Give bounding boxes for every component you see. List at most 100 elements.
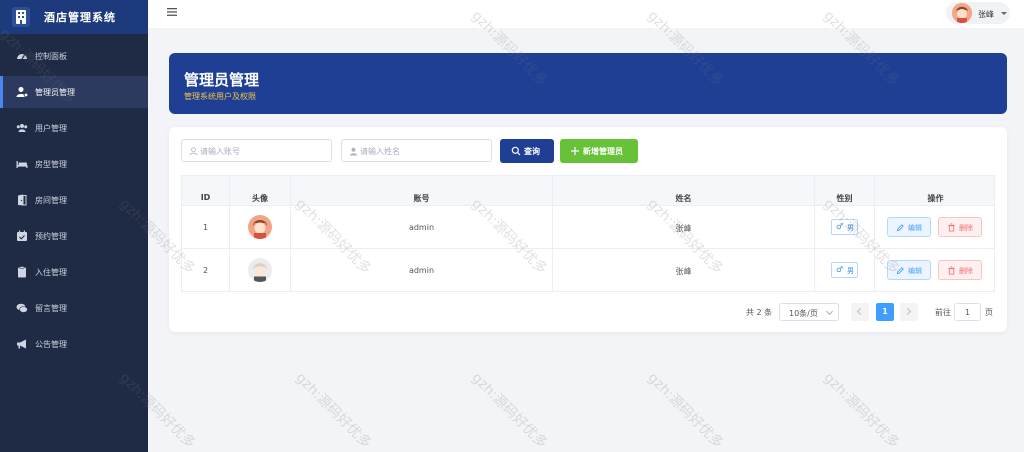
users-icon: [16, 124, 28, 132]
header-gender: 性别: [836, 194, 853, 203]
trash-icon: [948, 223, 955, 232]
table-header-row: ID 头像 账号 姓名 性别 操作: [182, 176, 994, 205]
account-cell: admin: [291, 249, 553, 291]
chevron-left-icon: [856, 307, 865, 316]
name-search-input[interactable]: [360, 143, 488, 159]
user-name: 张峰: [978, 10, 994, 19]
next-page-button[interactable]: [900, 303, 918, 321]
add-admin-button[interactable]: 新增管理员: [560, 139, 638, 163]
chevron-right-icon: [903, 307, 912, 316]
sidebar-item-label: 预约管理: [35, 232, 67, 241]
user-menu[interactable]: 张峰: [946, 2, 1010, 24]
brand: 酒店管理系统: [0, 0, 148, 34]
table-header-cell: 头像: [230, 176, 291, 205]
gender-cell: ♂ 男: [815, 206, 875, 248]
sidebar-item-messages[interactable]: 留言管理: [0, 292, 148, 324]
user-outline-icon: [189, 147, 198, 156]
sidebar-item-dashboard[interactable]: 控制面板: [0, 40, 148, 72]
comments-icon: [16, 303, 28, 313]
trash-icon: [948, 266, 955, 275]
watermark: gzh:源码好优多: [644, 369, 727, 452]
sidebar-item-room-types[interactable]: 房型管理: [0, 148, 148, 180]
avatar: [952, 3, 972, 23]
sidebar-item-label: 房型管理: [35, 160, 67, 169]
sidebar-item-announcements[interactable]: 公告管理: [0, 328, 148, 360]
sidebar-item-users[interactable]: 用户管理: [0, 112, 148, 144]
account-search-input[interactable]: [200, 143, 328, 159]
watermark: gzh:源码好优多: [292, 369, 375, 452]
edit-button[interactable]: 编辑: [887, 260, 931, 280]
sidebar-item-label: 控制面板: [35, 52, 67, 61]
user-cog-icon: [16, 87, 28, 98]
sidebar-item-label: 留言管理: [35, 304, 67, 313]
page-size-select[interactable]: 10条/页: [779, 303, 839, 321]
bed-icon: [16, 161, 28, 168]
edit-icon: [896, 267, 904, 275]
prev-page-button[interactable]: [851, 303, 869, 321]
gender-label: 男: [847, 224, 854, 232]
table-header-cell: 账号: [291, 176, 553, 205]
chevron-down-icon: [1001, 12, 1007, 15]
row-id: 2: [202, 266, 209, 275]
clipboard-icon: [18, 266, 26, 278]
name-cell: 张峰: [553, 206, 815, 248]
query-button-label: 查询: [524, 147, 540, 156]
sidebar-item-label: 公告管理: [35, 340, 67, 349]
actions-cell: 编辑 删除: [875, 249, 996, 291]
avatar: [248, 258, 272, 282]
delete-button-label: 删除: [959, 224, 973, 232]
app-title: 酒店管理系统: [44, 11, 116, 24]
watermark: gzh:源码好优多: [820, 369, 903, 452]
avatar-cell: [230, 206, 291, 248]
male-icon: ♂: [836, 265, 844, 274]
sidebar-item-rooms[interactable]: 房间管理: [0, 184, 148, 216]
sidebar-item-label: 用户管理: [35, 124, 67, 133]
gender-tag: ♂ 男: [831, 262, 858, 278]
delete-button[interactable]: 删除: [938, 217, 982, 237]
page-number-current[interactable]: 1: [876, 303, 894, 321]
delete-button-label: 删除: [959, 267, 973, 275]
table-row: 1 admin 张峰 ♂ 男 编辑 删除: [182, 205, 994, 248]
row-id: 1: [202, 223, 209, 232]
sidebar-item-label: 房间管理: [35, 196, 67, 205]
user-icon: [349, 147, 358, 156]
name-cell: 张峰: [553, 249, 815, 291]
chevron-down-icon: [825, 307, 834, 316]
gender-tag: ♂ 男: [831, 219, 858, 235]
sidebar-item-admin[interactable]: 管理员管理: [0, 76, 148, 108]
page-header-banner: 管理员管理 管理系统用户及权限: [169, 53, 1007, 114]
header-avatar: 头像: [252, 194, 268, 203]
row-name: 张峰: [675, 267, 692, 276]
admin-table: ID 头像 账号 姓名 性别 操作 1 admin 张峰 ♂ 男 编辑 删除 2…: [181, 175, 995, 292]
megaphone-icon: [17, 339, 26, 349]
header-account: 账号: [413, 194, 430, 203]
sidebar-item-label: 管理员管理: [35, 88, 75, 97]
sidebar-item-reservations[interactable]: 预约管理: [0, 220, 148, 252]
sidebar: 酒店管理系统 控制面板 管理员管理 用户管理 房型管理 房间管理 预约管理 入住…: [0, 0, 148, 452]
door-icon: [18, 194, 27, 206]
goto-page-input[interactable]: 1: [954, 303, 981, 321]
male-icon: ♂: [836, 222, 844, 231]
query-button[interactable]: 查询: [500, 139, 554, 163]
search-icon: [511, 146, 521, 156]
pagination-total: 共 2 条: [746, 308, 773, 317]
avatar-cell: [230, 249, 291, 291]
watermark: gzh:源码好优多: [468, 369, 551, 452]
header-name: 姓名: [675, 194, 692, 203]
hotel-icon: [12, 7, 30, 27]
table-header-cell: 姓名: [553, 176, 815, 205]
menu-toggle-icon[interactable]: [166, 6, 178, 18]
sidebar-item-checkin[interactable]: 入住管理: [0, 256, 148, 288]
goto-page-value: 1: [964, 308, 971, 317]
delete-button[interactable]: 删除: [938, 260, 982, 280]
sidebar-item-label: 入住管理: [35, 268, 67, 277]
edit-button[interactable]: 编辑: [887, 217, 931, 237]
topbar: 张峰: [148, 0, 1024, 28]
gender-cell: ♂ 男: [815, 249, 875, 291]
header-actions: 操作: [927, 194, 944, 203]
row-account: admin: [408, 223, 435, 232]
page-number-label: 1: [882, 307, 888, 316]
add-admin-button-label: 新增管理员: [583, 147, 623, 156]
edit-icon: [896, 224, 904, 232]
table-row: 2 admin 张峰 ♂ 男 编辑 删除: [182, 248, 994, 291]
